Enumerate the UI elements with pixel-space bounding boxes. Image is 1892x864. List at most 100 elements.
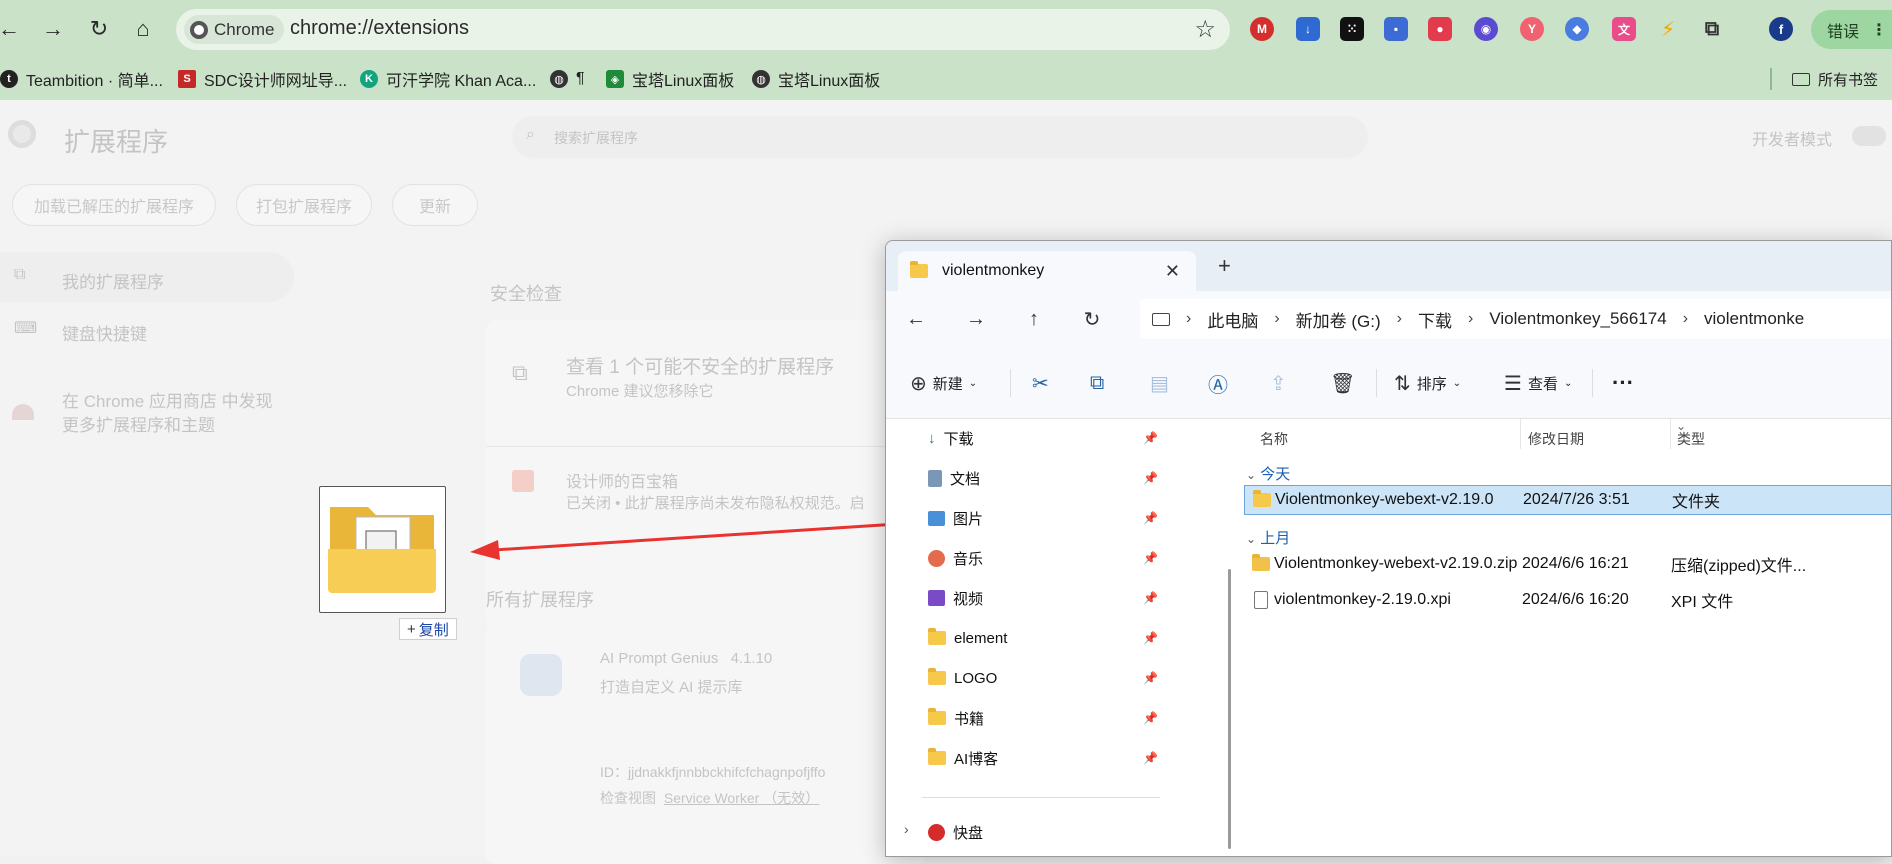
chevron-right-icon: › — [1186, 310, 1192, 327]
chevron-right-icon[interactable]: › — [904, 821, 909, 837]
pin-icon[interactable]: 📌 — [1143, 751, 1158, 765]
delete-button[interactable]: 🗑 — [1330, 369, 1355, 397]
paste-button[interactable]: ▤ — [1150, 369, 1169, 397]
explorer-tab[interactable]: violentmonkey ✕ — [898, 251, 1196, 291]
view-button[interactable]: ☰ 查看 ⌄ — [1504, 369, 1572, 397]
nav-item-label: 音乐 — [953, 550, 984, 568]
folder-icon — [928, 668, 946, 685]
pin-icon[interactable]: 📌 — [1143, 431, 1158, 445]
scrollbar-thumb[interactable] — [1228, 569, 1231, 849]
nav-item-quick-disk[interactable]: 快盘 — [928, 817, 1158, 847]
cut-button[interactable]: ✂ — [1032, 369, 1049, 397]
breadcrumb-item[interactable]: 下载 — [1418, 307, 1452, 332]
nav-item-ai-blog[interactable]: AI博客 📌 — [928, 743, 1158, 773]
file-row[interactable]: violentmonkey-2.19.0.xpi 2024/6/6 16:20 … — [1244, 585, 1891, 615]
group-label: 上月 — [1260, 530, 1291, 547]
rename-icon: Ⓐ — [1208, 374, 1228, 397]
column-divider[interactable] — [1520, 419, 1521, 449]
new-label: 新建 — [932, 375, 963, 393]
chevron-down-icon: ⌄ — [1563, 377, 1573, 389]
scissors-icon: ✂ — [1032, 372, 1049, 395]
forward-icon[interactable]: → — [962, 305, 990, 333]
download-icon: ↓ — [928, 429, 936, 447]
back-icon[interactable]: ← — [902, 305, 930, 333]
tab-title: violentmonkey — [942, 262, 1045, 279]
up-icon[interactable]: ↑ — [1020, 305, 1048, 333]
divider — [1592, 369, 1593, 397]
file-icon — [1254, 591, 1268, 609]
nav-item-element[interactable]: element 📌 — [928, 623, 1158, 653]
group-today[interactable]: ⌄ 今天 — [1246, 463, 1290, 484]
pin-icon[interactable]: 📌 — [1143, 671, 1158, 685]
nav-item-books[interactable]: 书籍 📌 — [928, 703, 1158, 733]
computer-icon — [1152, 312, 1170, 326]
pin-icon[interactable]: 📌 — [1143, 551, 1158, 565]
folder-icon — [910, 261, 928, 278]
sort-button[interactable]: ⇅ 排序 ⌄ — [1394, 369, 1461, 397]
divider — [922, 797, 1160, 798]
paste-icon: ▤ — [1150, 372, 1169, 395]
nav-item-logo[interactable]: LOGO 📌 — [928, 663, 1158, 693]
plus-circle-icon: ⊕ — [910, 372, 927, 395]
copy-button[interactable]: ⧉ — [1090, 369, 1104, 397]
folder-icon — [928, 708, 946, 725]
new-tab-icon[interactable]: + — [1218, 253, 1231, 279]
file-explorer-window: violentmonkey ✕ + ← → ↑ ↻ › 此电脑 › 新加卷 (G… — [885, 240, 1892, 857]
chevron-down-icon: ⌄ — [1452, 377, 1462, 389]
folder-icon — [928, 628, 946, 645]
group-last-month[interactable]: ⌄ 上月 — [1246, 527, 1290, 548]
nav-item-pictures[interactable]: 图片 📌 — [928, 503, 1158, 533]
nav-item-documents[interactable]: 文档 📌 — [928, 463, 1158, 493]
file-name: Violentmonkey-webext-v2.19.0.zip — [1274, 555, 1518, 572]
view-lines-icon: ☰ — [1504, 372, 1522, 395]
sort-label: 排序 — [1416, 375, 1447, 393]
nav-scrollbar[interactable] — [1226, 419, 1234, 856]
file-list: 名称 ⌄ 修改日期 类型 ⌄ 今天 Violentmonkey-webext-v… — [1236, 419, 1891, 856]
file-row-selected[interactable]: Violentmonkey-webext-v2.19.0 2024/7/26 3… — [1244, 485, 1891, 515]
file-date: 2024/6/6 16:20 — [1522, 591, 1629, 608]
folder-icon — [1253, 490, 1271, 507]
sort-icon: ⇅ — [1394, 372, 1411, 395]
file-row[interactable]: Violentmonkey-webext-v2.19.0.zip 2024/6/… — [1244, 549, 1891, 579]
pin-icon[interactable]: 📌 — [1143, 471, 1158, 485]
share-button[interactable]: ⇪ — [1270, 369, 1287, 397]
group-label: 今天 — [1260, 466, 1291, 483]
nav-item-label: 文档 — [950, 470, 981, 488]
pin-icon[interactable]: 📌 — [1143, 631, 1158, 645]
navigation-pane: ↓ 下载 📌 文档 📌 图片 📌 音乐 📌 视频 📌 element 📌 LOG… — [886, 419, 1176, 856]
file-date: 2024/6/6 16:21 — [1522, 555, 1629, 572]
rename-button[interactable]: Ⓐ — [1208, 369, 1228, 397]
more-icon[interactable]: ··· — [1612, 369, 1634, 397]
view-label: 查看 — [1527, 375, 1558, 393]
nav-item-videos[interactable]: 视频 📌 — [928, 583, 1158, 613]
explorer-tabbar: violentmonkey ✕ + — [886, 241, 1891, 291]
new-button[interactable]: ⊕ 新建 ⌄ — [910, 369, 977, 397]
explorer-address-row: ← → ↑ ↻ › 此电脑 › 新加卷 (G:) › 下载 › Violentm… — [886, 291, 1891, 347]
breadcrumb-item[interactable]: violentmonke — [1704, 309, 1804, 329]
quick-disk-icon — [928, 823, 945, 841]
nav-item-label: 下载 — [943, 430, 974, 448]
pin-icon[interactable]: 📌 — [1143, 591, 1158, 605]
refresh-icon[interactable]: ↻ — [1078, 305, 1106, 333]
column-header-date[interactable]: 修改日期 — [1528, 429, 1584, 449]
folder-icon — [928, 748, 946, 765]
breadcrumb-item[interactable]: 新加卷 (G:) — [1296, 307, 1381, 332]
nav-item-downloads[interactable]: ↓ 下载 📌 — [928, 423, 1158, 453]
file-name: Violentmonkey-webext-v2.19.0 — [1275, 491, 1494, 508]
nav-item-label: AI博客 — [954, 750, 999, 768]
pin-icon[interactable]: 📌 — [1143, 511, 1158, 525]
close-tab-icon[interactable]: ✕ — [1165, 261, 1180, 282]
trash-icon: 🗑 — [1330, 372, 1356, 395]
pin-icon[interactable]: 📌 — [1143, 711, 1158, 725]
breadcrumb[interactable]: › 此电脑 › 新加卷 (G:) › 下载 › Violentmonkey_56… — [1140, 299, 1891, 339]
share-icon: ⇪ — [1270, 372, 1287, 395]
column-header-type[interactable]: 类型 — [1677, 429, 1705, 449]
column-header-name[interactable]: 名称 — [1260, 429, 1288, 449]
column-divider[interactable] — [1670, 419, 1671, 449]
file-type: XPI 文件 — [1671, 594, 1734, 611]
chevron-down-icon: ⌄ — [1246, 468, 1257, 482]
breadcrumb-item[interactable]: 此电脑 — [1207, 307, 1258, 332]
nav-item-music[interactable]: 音乐 📌 — [928, 543, 1158, 573]
nav-item-label: element — [954, 629, 1008, 647]
breadcrumb-item[interactable]: Violentmonkey_566174 — [1489, 309, 1666, 329]
